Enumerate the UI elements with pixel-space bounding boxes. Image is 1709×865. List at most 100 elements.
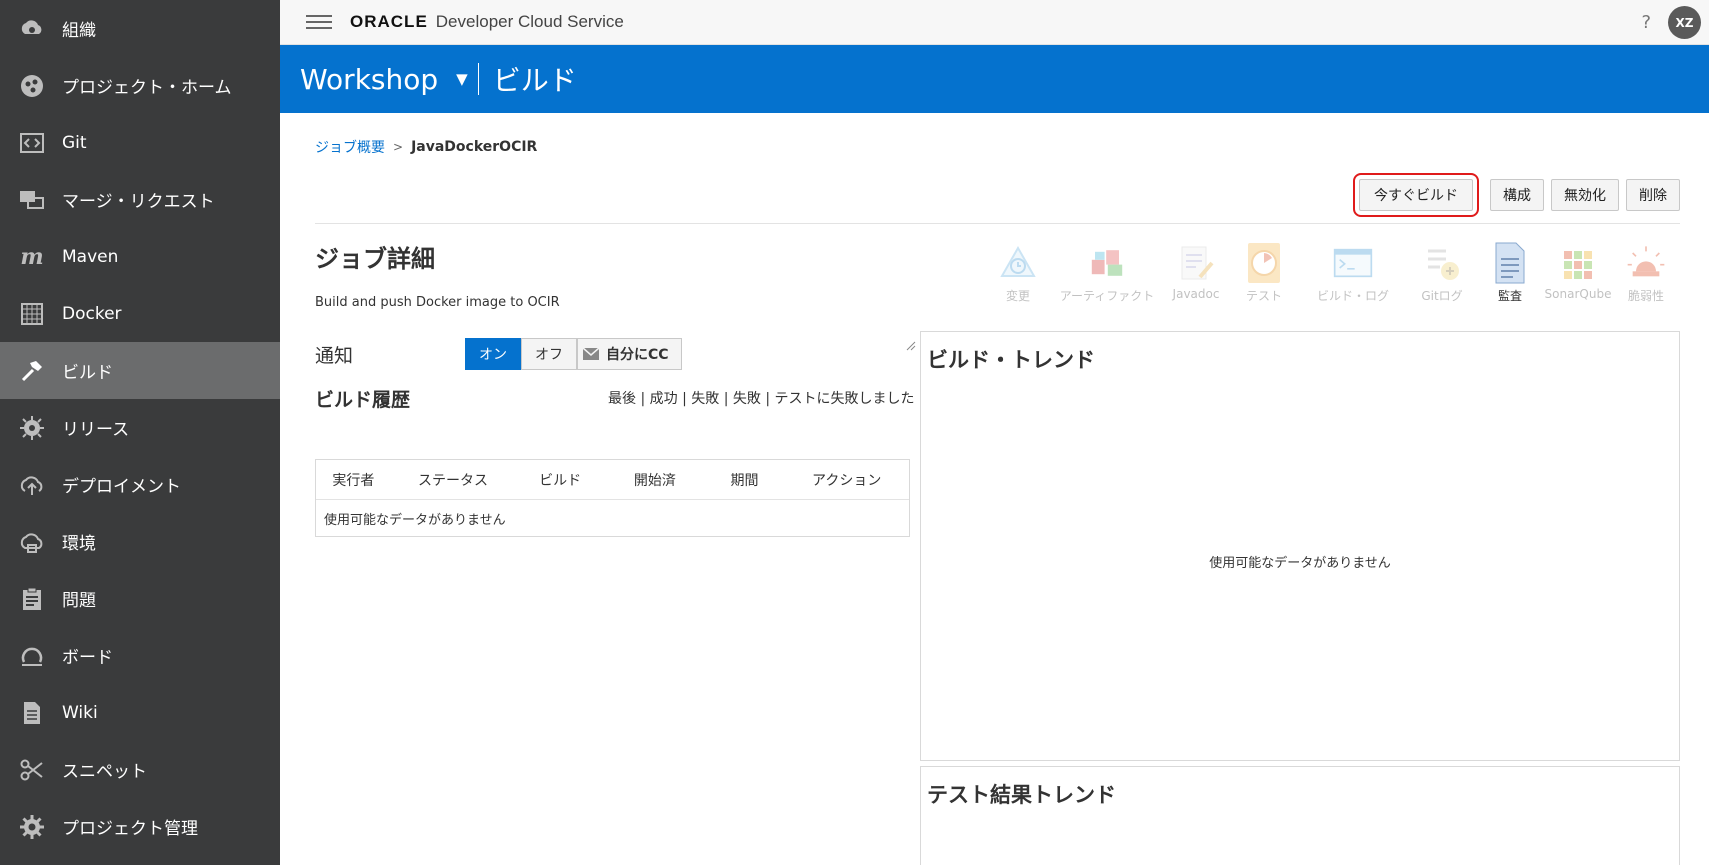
tool-label: Gitログ (1421, 289, 1463, 303)
tool-build-log[interactable]: ビルド・ログ (1298, 241, 1408, 304)
git-log-icon (1422, 241, 1462, 285)
sidebar-item-deployment[interactable]: デプロイメント (0, 456, 280, 513)
sidebar-item-board[interactable]: ボード (0, 627, 280, 684)
help-icon[interactable]: ? (1641, 12, 1651, 33)
notification-row: 通知 オン オフ 自分にCC (315, 338, 682, 370)
merge-request-icon (18, 186, 46, 214)
mail-icon (582, 347, 600, 360)
tool-label: 変更 (1005, 289, 1030, 303)
tool-artifacts[interactable]: アーティファクト (1052, 241, 1162, 304)
disable-button[interactable]: 無効化 (1551, 179, 1619, 211)
column-header[interactable]: 開始済 (605, 470, 705, 490)
sidebar-item-issues[interactable]: 問題 (0, 570, 280, 627)
table-header: 実行者 ステータス ビルド 開始済 期間 アクション (316, 460, 909, 500)
cc-me-label: 自分にCC (606, 347, 669, 363)
tool-sonarqube[interactable]: SonarQube (1544, 241, 1612, 304)
breadcrumb-job-overview[interactable]: ジョブ概要 (315, 137, 385, 157)
job-description: Build and push Docker image to OCIR (315, 295, 560, 310)
tool-test[interactable]: テスト (1230, 241, 1298, 304)
avatar[interactable]: XZ (1668, 6, 1701, 39)
sidebar-item-merge-request[interactable]: マージ・リクエスト (0, 171, 280, 228)
configure-button[interactable]: 構成 (1490, 179, 1544, 211)
build-trend-title: ビルド・トレンド (927, 348, 1095, 372)
history-filters: 最後 | 成功 | 失敗 | 失敗 | テストに失敗しました (608, 391, 915, 407)
notification-on-button[interactable]: オン (465, 338, 521, 370)
filter-latest[interactable]: 最後 (608, 391, 636, 407)
test-icon (1244, 241, 1284, 285)
chevron-right-icon: > (393, 140, 404, 154)
empty-message: 使用可能なデータがありません (324, 512, 506, 528)
sidebar-item-label: ボード (62, 648, 113, 668)
sidebar-item-environment[interactable]: 環境 (0, 513, 280, 570)
cc-me-button[interactable]: 自分にCC (577, 338, 682, 370)
environment-icon (18, 528, 46, 556)
tool-label: Javadoc (1172, 287, 1220, 301)
sidebar-item-label: Wiki (62, 702, 98, 723)
artifacts-icon (1087, 241, 1127, 285)
menu-icon[interactable] (306, 11, 332, 33)
sidebar-item-wiki[interactable]: Wiki (0, 684, 280, 741)
tool-label: アーティファクト (1059, 289, 1155, 303)
deployment-icon (18, 471, 46, 499)
sidebar-item-maven[interactable]: m Maven (0, 228, 280, 285)
vulnerability-icon (1626, 241, 1666, 285)
sidebar-item-organization[interactable]: 組織 (0, 0, 280, 57)
tool-label: ビルド・ログ (1316, 289, 1389, 303)
sidebar-item-label: Git (62, 132, 87, 153)
section-title: ビルド (492, 64, 577, 97)
project-name[interactable]: Workshop (300, 63, 438, 96)
column-header[interactable]: 期間 (705, 470, 785, 490)
sidebar-item-label: プロジェクト管理 (62, 819, 198, 839)
resize-handle-icon[interactable] (904, 339, 916, 351)
sidebar-item-label: 問題 (62, 591, 96, 611)
sidebar-item-label: プロジェクト・ホーム (62, 78, 232, 98)
test-trend-panel: テスト結果トレンド (920, 766, 1680, 865)
sidebar-item-git[interactable]: Git (0, 114, 280, 171)
build-history-table: 実行者 ステータス ビルド 開始済 期間 アクション 使用可能なデータがありませ… (315, 459, 910, 537)
tool-vulnerability[interactable]: 脆弱性 (1612, 241, 1680, 304)
tool-label: 脆弱性 (1627, 289, 1664, 303)
build-trend-panel: ビルド・トレンド 使用可能なデータがありません (920, 331, 1680, 761)
sidebar-item-label: スニペット (62, 762, 147, 782)
delete-button[interactable]: 削除 (1626, 179, 1680, 211)
chevron-down-icon[interactable]: ▼ (456, 70, 468, 88)
notification-off-button[interactable]: オフ (521, 338, 577, 370)
maven-icon: m (20, 243, 44, 270)
sidebar-item-project-home[interactable]: プロジェクト・ホーム (0, 57, 280, 114)
empty-message: 使用可能なデータがありません (1209, 556, 1391, 571)
main-content: ジョブ概要 > JavaDockerOCIR 今すぐビルド 構成 無効化 削除 … (315, 113, 1680, 865)
tool-label: 監査 (1497, 289, 1522, 303)
tool-javadoc[interactable]: Javadoc (1162, 241, 1230, 304)
tool-audit[interactable]: 監査 (1476, 241, 1544, 304)
column-header[interactable]: ビルド (515, 470, 605, 490)
sidebar-item-docker[interactable]: Docker (0, 285, 280, 342)
column-header[interactable]: アクション (784, 470, 909, 490)
board-icon (18, 642, 46, 670)
sidebar-item-snippet[interactable]: スニペット (0, 741, 280, 798)
filter-test-failed[interactable]: テストに失敗しました (775, 391, 915, 407)
column-header[interactable]: 実行者 (316, 470, 391, 490)
header-divider (477, 63, 479, 95)
oracle-logo: ORACLE (350, 12, 428, 31)
filter-success[interactable]: 成功 (650, 391, 678, 407)
tool-changes[interactable]: 変更 (984, 241, 1052, 304)
tool-git-log[interactable]: Gitログ (1408, 241, 1476, 304)
sidebar-item-release[interactable]: リリース (0, 399, 280, 456)
project-home-icon (18, 72, 46, 100)
sidebar-item-label: マージ・リクエスト (62, 192, 215, 212)
sidebar-item-project-admin[interactable]: プロジェクト管理 (0, 798, 280, 855)
snippet-icon (18, 756, 46, 784)
release-icon (18, 414, 46, 442)
sidebar-item-label: 組織 (62, 21, 96, 41)
divider (315, 223, 1680, 224)
sidebar: 組織 プロジェクト・ホーム Git マージ・リクエスト m Maven Dock… (0, 0, 280, 865)
filter-failed[interactable]: 失敗 (691, 391, 719, 407)
sidebar-item-label: 環境 (62, 534, 96, 554)
column-header[interactable]: ステータス (391, 470, 516, 490)
filter-failed-2[interactable]: 失敗 (733, 391, 761, 407)
build-now-button[interactable]: 今すぐビルド (1353, 173, 1479, 217)
sidebar-item-build[interactable]: ビルド (0, 342, 280, 399)
test-trend-title: テスト結果トレンド (927, 783, 1116, 807)
breadcrumb: ジョブ概要 > JavaDockerOCIR (315, 137, 537, 157)
sidebar-item-label: リリース (62, 420, 130, 440)
